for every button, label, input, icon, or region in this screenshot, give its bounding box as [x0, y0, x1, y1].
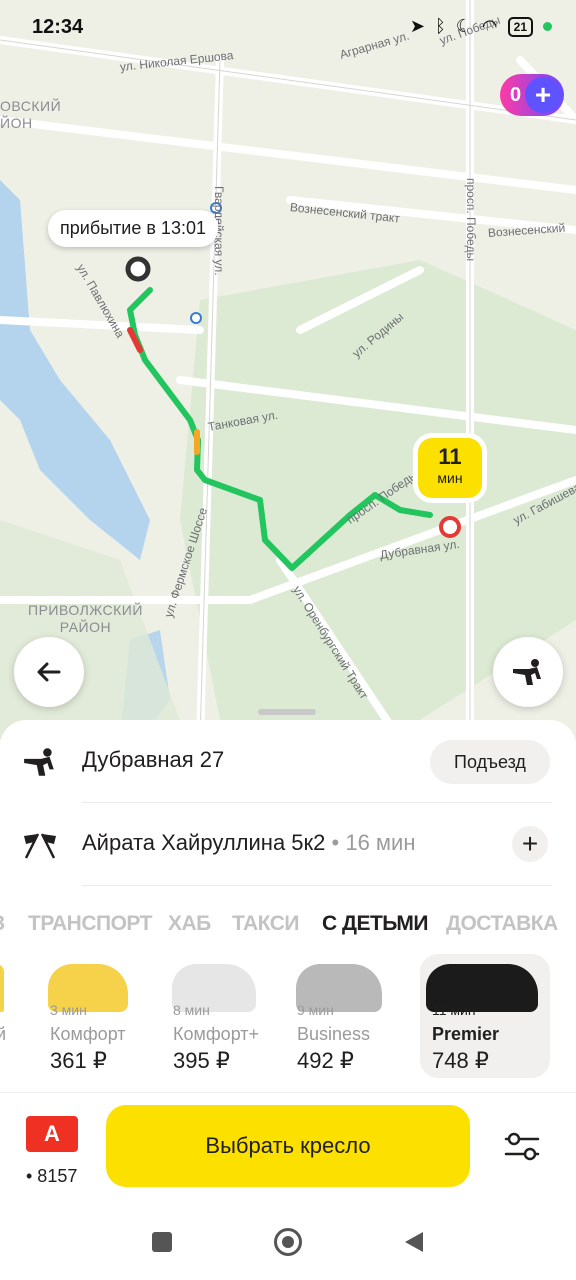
start-pin-icon — [125, 256, 151, 282]
pickup-point-button[interactable] — [493, 637, 563, 707]
destination-name: Айрата Хайруллина 5к2 — [82, 830, 326, 855]
moon-icon: ☾ — [455, 16, 472, 36]
destination-address-row[interactable]: Айрата Хайруллина 5к2 • 16 мин — [0, 803, 576, 885]
tab-with-kids[interactable]: С ДЕТЬМИ — [322, 912, 428, 936]
tariff-time: 9 мин — [297, 1002, 334, 1018]
plus-points-badge[interactable]: 0 + — [500, 74, 564, 116]
destination-address: Айрата Хайруллина 5к2 • 16 мин — [82, 830, 415, 856]
tariff-time: 11 мин — [432, 1002, 476, 1018]
home-button[interactable] — [268, 1222, 308, 1262]
triangle-back-icon — [405, 1232, 423, 1252]
district-label: ОВСКИЙ ЙОН — [0, 98, 62, 131]
arrival-time-label: прибытие в 13:01 — [48, 210, 218, 247]
tab-transport[interactable]: ТРАНСПОРТ — [28, 912, 152, 936]
destination-eta: • 16 мин — [331, 830, 416, 855]
circle-icon — [274, 1228, 302, 1256]
tab-previous[interactable]: З — [0, 912, 5, 936]
tariff-list: й 3 мин Комфорт 361 ₽ 8 мин Комфорт+ 395… — [0, 954, 576, 1078]
plus-points-count: 0 — [510, 83, 522, 106]
finish-flags-icon — [24, 833, 56, 859]
tariff-card-premier[interactable]: 11 мин Premier 748 ₽ — [420, 954, 550, 1078]
tariff-card-partial[interactable]: й — [0, 954, 10, 1078]
tariff-name: Комфорт — [50, 1024, 126, 1044]
tariff-price: 748 ₽ — [432, 1048, 489, 1073]
settings-sliders-icon[interactable] — [500, 1126, 544, 1166]
status-bar: 12:34 ➤ ᛒ ☾ ◠ 21 — [0, 0, 576, 60]
arrow-left-icon — [37, 662, 61, 682]
person-pointing-icon — [24, 748, 54, 776]
pickup-address: Дубравная 27 — [82, 747, 225, 772]
eta-badge: 11 мин — [418, 438, 482, 498]
bluetooth-icon: ᛒ — [434, 16, 446, 36]
battery-icon: 21 — [507, 16, 533, 37]
map-view[interactable]: ул. Николая Ершова Гвардейская ул. Возне… — [0, 0, 576, 740]
tariff-time: 3 мин — [50, 1002, 87, 1018]
tab-taxi[interactable]: ТАКСИ — [232, 912, 299, 936]
car-icon — [0, 964, 4, 1012]
eta-value: 11 — [438, 444, 462, 469]
entrance-button[interactable]: Подъезд — [430, 740, 550, 784]
sheet-handle[interactable] — [258, 709, 316, 715]
destination-pin-icon — [439, 516, 461, 538]
payment-card-number[interactable]: • 8157 — [26, 1166, 77, 1187]
tariff-name: й — [0, 1024, 7, 1044]
tariff-name: Комфорт+ — [173, 1024, 260, 1044]
divider — [82, 885, 552, 886]
eta-unit: мин — [437, 470, 463, 486]
tariff-price: 395 ₽ — [173, 1048, 230, 1073]
tariff-name: Business — [297, 1024, 371, 1044]
back-button[interactable] — [14, 637, 84, 707]
tariff-tabs: З ТРАНСПОРТ ХАБ ТАКСИ С ДЕТЬМИ ДОСТАВКА — [0, 912, 576, 942]
wifi-icon: ◠ — [481, 16, 498, 36]
street-label: просп. Победы — [464, 178, 478, 262]
recents-button[interactable] — [142, 1222, 182, 1262]
add-stop-button[interactable]: + — [512, 826, 548, 862]
select-seat-button[interactable]: Выбрать кресло — [106, 1105, 470, 1187]
district-label: ПРИВОЛЖСКИЙ РАЙОН — [28, 602, 143, 635]
tariff-card-business[interactable]: 9 мин Business 492 ₽ — [288, 954, 418, 1078]
tariff-time: 8 мин — [173, 1002, 210, 1018]
tariff-price: 492 ₽ — [297, 1048, 354, 1073]
back-nav-button[interactable] — [394, 1222, 434, 1262]
payment-card-logo[interactable]: А — [26, 1116, 78, 1152]
status-time: 12:34 — [32, 16, 84, 38]
person-pointing-icon — [513, 659, 541, 685]
system-nav-bar — [0, 1204, 576, 1280]
tariff-price: 361 ₽ — [50, 1048, 107, 1073]
status-icons: ➤ ᛒ ☾ ◠ 21 — [410, 16, 552, 37]
tariff-card-comfort[interactable]: 3 мин Комфорт 361 ₽ — [40, 954, 170, 1078]
plus-icon: + — [525, 77, 561, 113]
square-icon — [152, 1232, 172, 1252]
active-dot-icon — [543, 22, 552, 31]
tab-hub[interactable]: ХАБ — [168, 912, 211, 936]
tariff-name: Premier — [432, 1024, 500, 1044]
location-arrow-icon: ➤ — [409, 16, 425, 36]
tab-delivery[interactable]: ДОСТАВКА — [446, 912, 558, 936]
tariff-card-comfort-plus[interactable]: 8 мин Комфорт+ 395 ₽ — [164, 954, 294, 1078]
